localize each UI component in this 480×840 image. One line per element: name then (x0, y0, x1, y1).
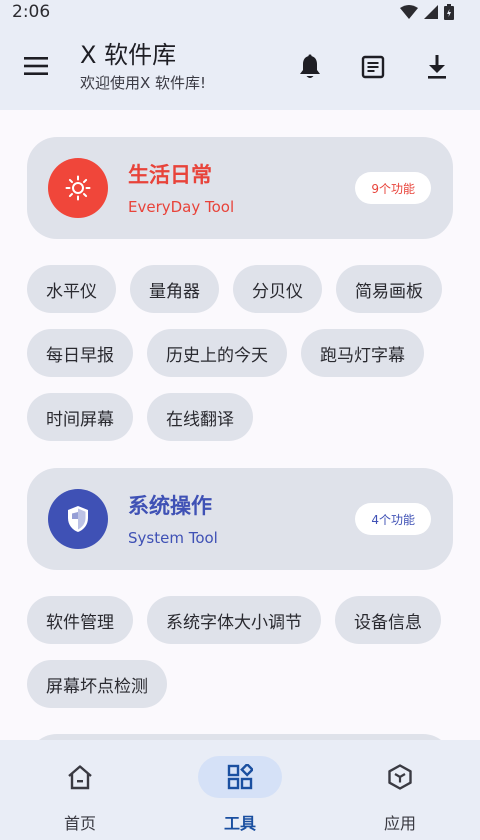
tool-chip-device-info[interactable]: 设备信息 (335, 596, 441, 644)
bottom-navigation: 首页 工具 应用 (0, 740, 480, 840)
shield-icon (68, 506, 88, 532)
feature-count-badge: 4个功能 (355, 503, 431, 535)
tool-list: 生活日常 EveryDay Tool 9个功能 水平仪 量角器 分贝仪 简易画板… (0, 110, 480, 740)
menu-icon (24, 57, 48, 75)
page-title: X 软件库 (80, 41, 177, 69)
tool-chip-daily-news[interactable]: 每日早报 (27, 329, 133, 377)
notifications-button[interactable] (295, 52, 325, 82)
category-card-system[interactable]: 系统操作 System Tool 4个功能 (27, 468, 453, 570)
battery-icon (444, 4, 454, 20)
nav-label: 工具 (223, 814, 256, 833)
tool-chip-sketchpad[interactable]: 简易画板 (336, 265, 442, 313)
nav-indicator (198, 756, 282, 798)
title-block: X 软件库 欢迎使用X 软件库! (80, 40, 206, 93)
nav-item-tools[interactable]: 工具 (160, 740, 320, 840)
tool-chip-app-manager[interactable]: 软件管理 (27, 596, 133, 644)
tool-chip-level[interactable]: 水平仪 (27, 265, 116, 313)
feature-count-badge: 9个功能 (355, 172, 431, 204)
chip-row: 水平仪 量角器 分贝仪 简易画板 (27, 265, 442, 313)
chip-row: 每日早报 历史上的今天 跑马灯字幕 (27, 329, 424, 377)
nav-label: 应用 (383, 814, 416, 833)
grid-icon (227, 764, 253, 790)
category-subtitle: System Tool (128, 529, 218, 547)
app-bar: X 软件库 欢迎使用X 软件库! (0, 24, 480, 110)
category-icon-circle (48, 158, 108, 218)
chip-row: 屏幕坏点检测 (27, 660, 167, 708)
tool-chip-clock-screen[interactable]: 时间屏幕 (27, 393, 133, 441)
download-button[interactable] (422, 52, 452, 82)
home-icon (68, 765, 92, 790)
nav-label: 首页 (63, 814, 96, 833)
signal-icon (424, 5, 438, 19)
sun-icon (65, 175, 91, 201)
status-time: 2:06 (12, 2, 51, 22)
tool-chip-decibel-meter[interactable]: 分贝仪 (233, 265, 322, 313)
nav-indicator (38, 756, 122, 798)
category-title: 生活日常 (128, 163, 212, 187)
status-icons (400, 4, 454, 20)
menu-button[interactable] (22, 54, 52, 78)
category-card-everyday[interactable]: 生活日常 EveryDay Tool 9个功能 (27, 137, 453, 239)
tool-chip-protractor[interactable]: 量角器 (130, 265, 219, 313)
wifi-icon (400, 5, 418, 19)
category-subtitle: EveryDay Tool (128, 198, 235, 216)
cube-icon (388, 764, 412, 790)
status-bar: 2:06 (0, 0, 480, 24)
nav-item-home[interactable]: 首页 (0, 740, 160, 840)
tool-chip-today-in-history[interactable]: 历史上的今天 (147, 329, 287, 377)
nav-indicator (358, 756, 442, 798)
category-title: 系统操作 (128, 494, 212, 518)
bell-icon (300, 54, 320, 78)
chip-row: 时间屏幕 在线翻译 (27, 393, 253, 441)
download-icon (428, 55, 446, 79)
tool-chip-dead-pixel-test[interactable]: 屏幕坏点检测 (27, 660, 167, 708)
notes-button[interactable] (358, 52, 388, 82)
tool-chip-font-size[interactable]: 系统字体大小调节 (147, 596, 321, 644)
document-icon (361, 55, 385, 79)
nav-item-apps[interactable]: 应用 (320, 740, 480, 840)
tool-chip-translate[interactable]: 在线翻译 (147, 393, 253, 441)
chip-row: 软件管理 系统字体大小调节 设备信息 (27, 596, 441, 644)
page-subtitle: 欢迎使用X 软件库! (80, 74, 207, 92)
tool-chip-marquee[interactable]: 跑马灯字幕 (301, 329, 424, 377)
category-icon-circle (48, 489, 108, 549)
